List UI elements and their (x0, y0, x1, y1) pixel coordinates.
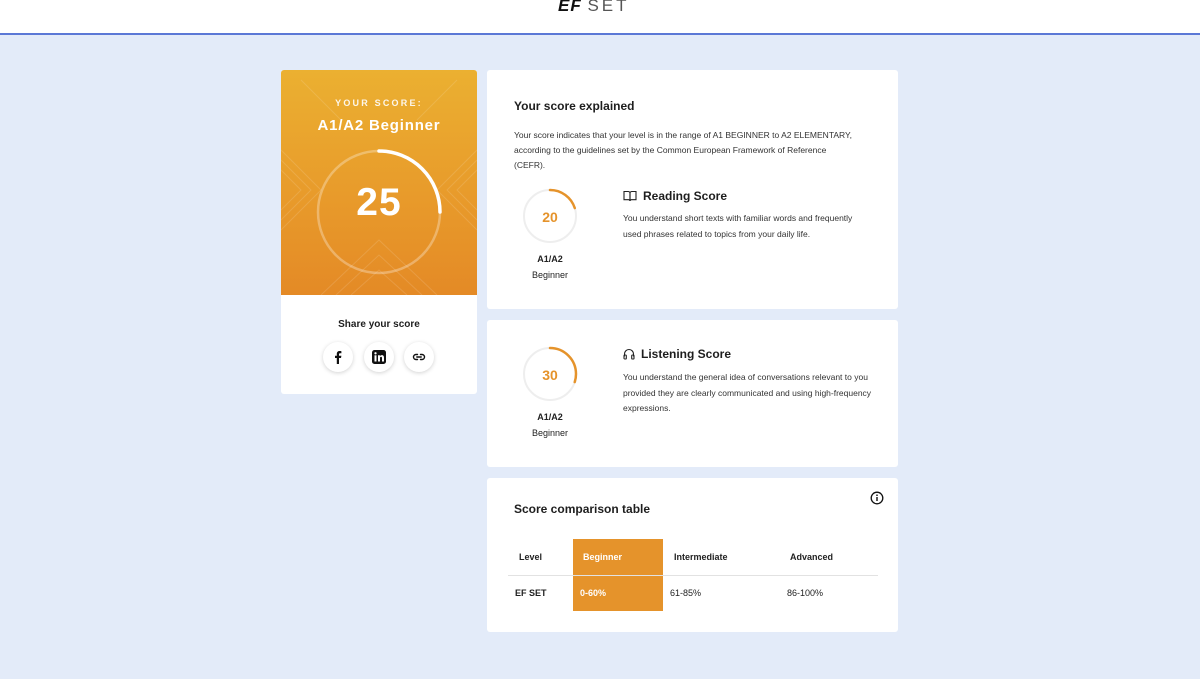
table-cell-intermediate: 61-85% (670, 588, 702, 598)
linkedin-icon (372, 350, 386, 364)
listening-heading: Listening Score (623, 347, 731, 361)
listening-card: 30 A1/A2 Beginner Listening Score You un… (487, 320, 898, 467)
listening-level-sub: Beginner (531, 428, 569, 438)
reading-heading: Reading Score (623, 189, 727, 203)
link-icon (412, 353, 426, 361)
share-label: Share your score (338, 319, 420, 330)
table-header-level: Level (519, 552, 543, 562)
comparison-card: Score comparison table Level Beginner In… (487, 478, 898, 632)
listening-description: You understand the general idea of conve… (623, 372, 872, 413)
score-explained-card: Your score explained Your score indicate… (487, 70, 898, 309)
facebook-share-button[interactable] (323, 342, 353, 372)
table-header-beginner: Beginner (583, 552, 623, 562)
explained-title: Your score explained (514, 99, 635, 113)
ef-set-logo[interactable]: EF SET (558, 0, 630, 16)
score-level-title: A1/A2 Beginner (317, 117, 441, 134)
your-score-label: YOUR SCORE: (335, 98, 423, 108)
book-icon (623, 190, 637, 202)
linkedin-share-button[interactable] (364, 342, 394, 372)
listening-score-value: 30 (542, 367, 558, 383)
listening-level: A1/A2 (537, 412, 563, 422)
reading-level: A1/A2 (537, 254, 563, 264)
table-header-intermediate: Intermediate (674, 552, 728, 562)
reading-description: You understand short texts with familiar… (623, 213, 853, 239)
score-card: YOUR SCORE: A1/A2 Beginner 25 Share your… (281, 70, 477, 394)
explained-text: Your score indicates that your level is … (514, 130, 852, 170)
reading-level-sub: Beginner (531, 270, 569, 280)
overall-score-value: 25 (356, 181, 402, 224)
copy-link-button[interactable] (404, 342, 434, 372)
table-cell-beginner: 0-60% (580, 588, 607, 598)
reading-score-value: 20 (542, 209, 558, 225)
comparison-table: Level Beginner Intermediate Advanced EF … (487, 478, 898, 632)
table-row-label: EF SET (515, 588, 547, 598)
table-header-advanced: Advanced (790, 552, 834, 562)
reading-title: Reading Score (643, 189, 728, 203)
headphones-icon (623, 348, 635, 360)
table-cell-advanced: 86-100% (787, 588, 824, 598)
top-bar: EF SET (0, 0, 1200, 35)
listening-title: Listening Score (641, 347, 732, 361)
score-banner: YOUR SCORE: A1/A2 Beginner 25 (281, 70, 477, 295)
facebook-icon (335, 351, 342, 364)
